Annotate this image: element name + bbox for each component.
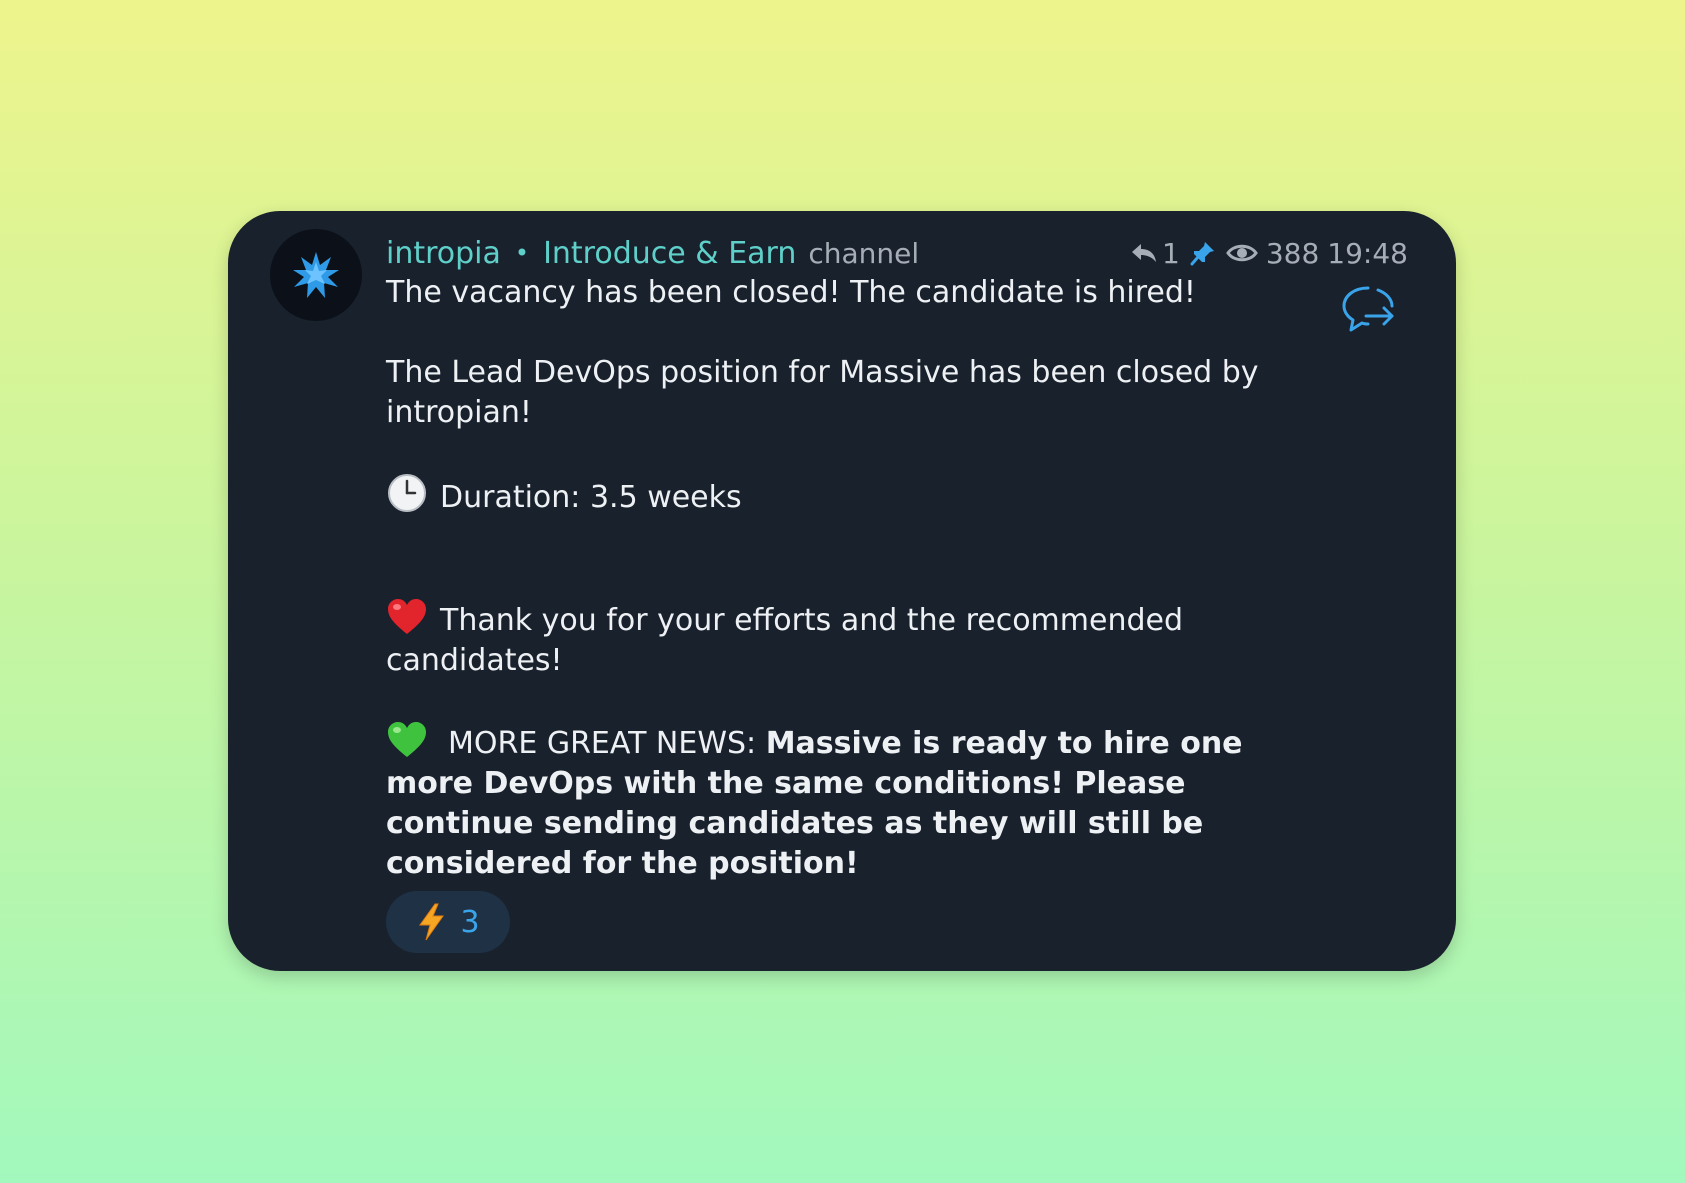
reply-count: 1 xyxy=(1162,236,1180,270)
pin-icon[interactable] xyxy=(1190,240,1216,266)
view-count: 388 xyxy=(1265,236,1320,270)
share-icon xyxy=(1342,286,1394,332)
reaction-chip[interactable]: 3 xyxy=(386,891,510,953)
duration-line: Duration: 3.5 weeks xyxy=(386,473,1266,518)
position-text: The Lead DevOps position for Massive has… xyxy=(386,355,1259,430)
headline-text: The vacancy has been closed! The candida… xyxy=(386,275,1196,310)
share-button[interactable] xyxy=(1340,281,1396,335)
duration-text: Duration: 3.5 weeks xyxy=(440,480,742,515)
channel-tag: channel xyxy=(808,236,920,270)
message-meta: 1 388 19:48 xyxy=(1130,237,1408,270)
message-time: 19:48 xyxy=(1327,236,1408,270)
name-separator: • xyxy=(514,239,530,267)
thanks-line: Thank you for your efforts and the recom… xyxy=(386,598,1266,681)
red-heart-icon xyxy=(388,599,426,634)
eye-icon xyxy=(1226,242,1258,264)
reaction-count: 3 xyxy=(460,904,480,940)
starburst-logo-icon xyxy=(293,252,339,298)
lightning-icon xyxy=(419,903,445,941)
thanks-text: Thank you for your efforts and the recom… xyxy=(386,603,1184,678)
clock-icon xyxy=(388,474,426,512)
message-card[interactable]: intropia • Introduce & Earn channel 1 38… xyxy=(228,211,1456,971)
reply-icon[interactable] xyxy=(1130,241,1158,265)
message-body: The vacancy has been closed! The candida… xyxy=(386,273,1266,884)
green-heart-icon xyxy=(388,722,426,757)
message-header: intropia • Introduce & Earn channel 1 38… xyxy=(386,231,1408,275)
channel-name[interactable]: Introduce & Earn xyxy=(543,236,796,271)
sender-name[interactable]: intropia xyxy=(386,236,501,271)
news-line: MORE GREAT NEWS: Massive is ready to hir… xyxy=(386,721,1266,884)
news-prefix: MORE GREAT NEWS: xyxy=(448,726,757,761)
channel-avatar[interactable] xyxy=(270,229,362,321)
